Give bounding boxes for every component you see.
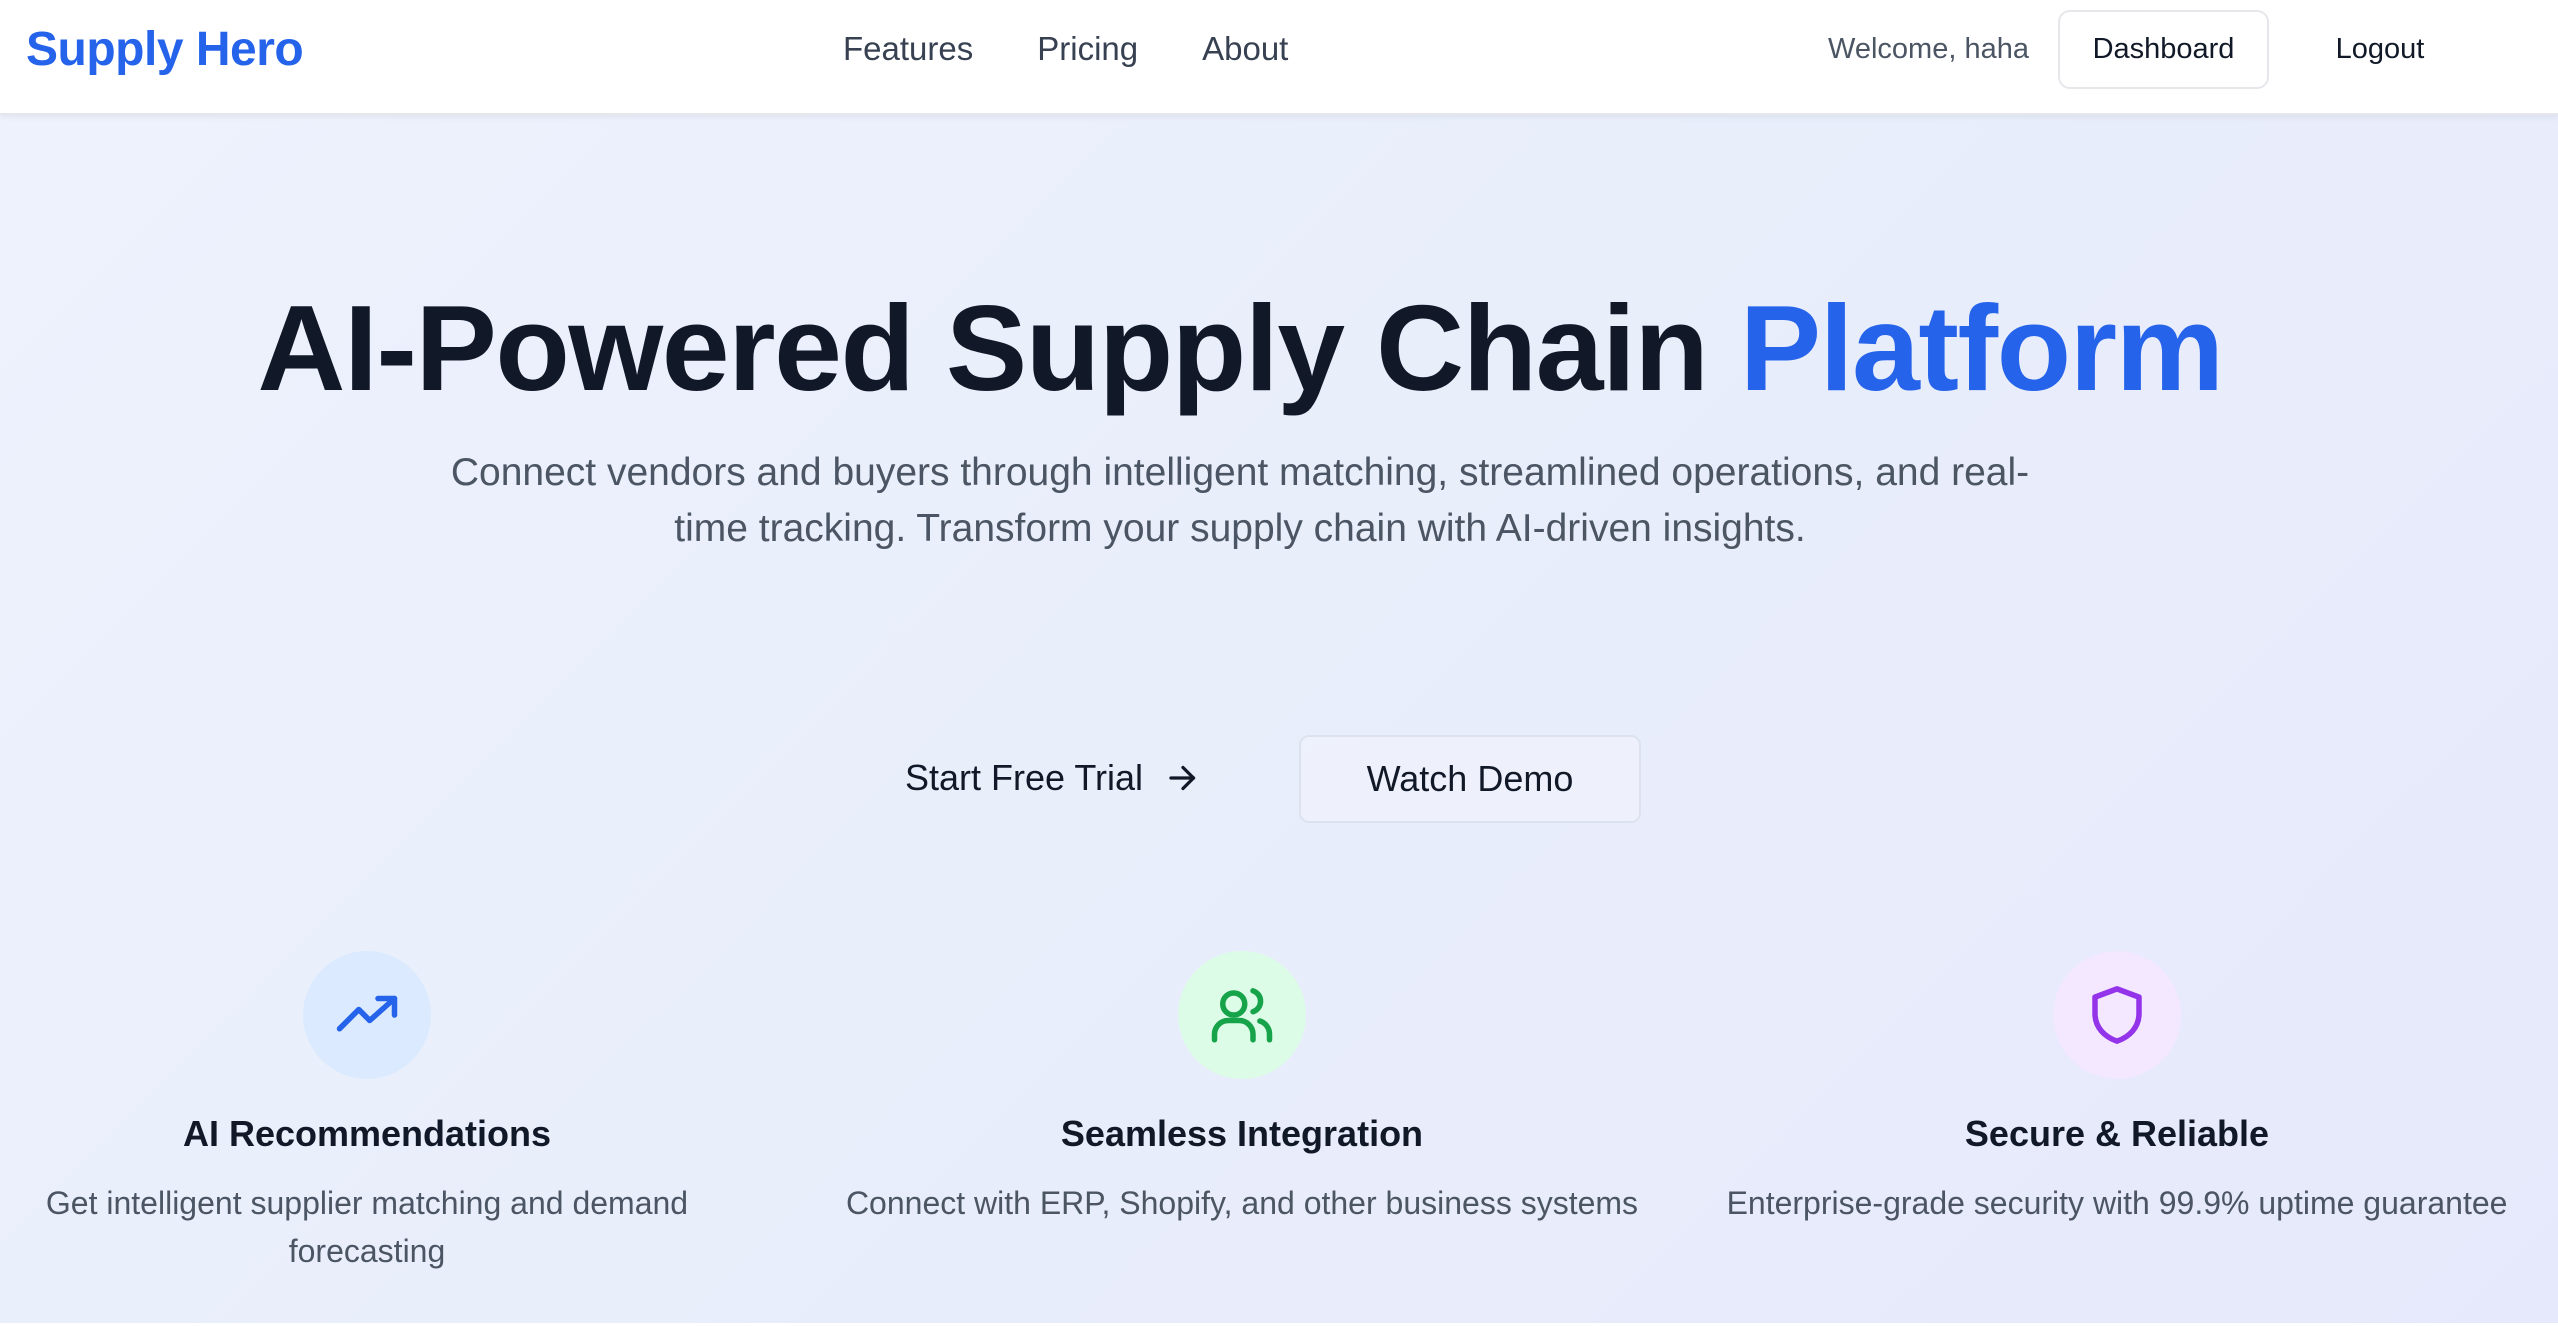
nav-link-features[interactable]: Features <box>843 30 973 68</box>
landing-page: Supply Hero Features Pricing About Welco… <box>0 0 2558 1326</box>
feature-description: Connect with ERP, Shopify, and other bus… <box>845 1185 1639 1221</box>
feature-description: Enterprise-grade security with 99.9% upt… <box>1726 1185 2508 1221</box>
welcome-message: Welcome, haha <box>1828 33 2029 65</box>
watch-demo-button[interactable]: Watch Demo <box>1299 735 1641 823</box>
feature-card-secure-reliable: Secure & Reliable Enterprise-grade secur… <box>1707 951 2527 1227</box>
hero-section: AI-Powered Supply Chain Platform Connect… <box>0 115 2558 1323</box>
feature-icon-circle <box>303 951 431 1079</box>
feature-description: Get intelligent supplier matching and de… <box>45 1185 689 1269</box>
nav-link-pricing[interactable]: Pricing <box>1037 30 1138 68</box>
feature-icon-circle <box>2053 951 2181 1079</box>
users-icon <box>1211 988 1273 1043</box>
feature-icon-circle <box>1178 951 1306 1079</box>
main-nav: Features Pricing About <box>843 30 1288 68</box>
feature-title: AI Recommendations <box>182 1113 552 1154</box>
trending-up-icon <box>336 995 398 1032</box>
dashboard-button[interactable]: Dashboard <box>2058 10 2269 89</box>
headline-accent-text: Platform <box>1739 280 2224 416</box>
feature-card-seamless-integration: Seamless Integration Connect with ERP, S… <box>832 951 1652 1227</box>
start-free-trial-button[interactable]: Start Free Trial <box>880 733 1226 823</box>
hero-headline: AI-Powered Supply Chain Platform <box>0 275 2480 421</box>
feature-title: Secure & Reliable <box>1964 1113 2270 1154</box>
shield-icon <box>2092 986 2142 1044</box>
arrow-right-icon <box>1169 765 1196 791</box>
hero-subtitle: Connect vendors and buyers through intel… <box>450 451 2030 550</box>
brand-logo[interactable]: Supply Hero <box>26 22 304 77</box>
top-navigation-bar: Supply Hero Features Pricing About Welco… <box>0 0 2558 115</box>
headline-main-text: AI-Powered Supply Chain <box>257 280 1740 416</box>
feature-title: Seamless Integration <box>1060 1113 1424 1154</box>
start-free-trial-label: Start Free Trial <box>904 757 1144 798</box>
nav-link-about[interactable]: About <box>1202 30 1288 68</box>
feature-card-ai-recommendations: AI Recommendations Get intelligent suppl… <box>0 951 777 1275</box>
logout-button[interactable]: Logout <box>2290 10 2470 89</box>
